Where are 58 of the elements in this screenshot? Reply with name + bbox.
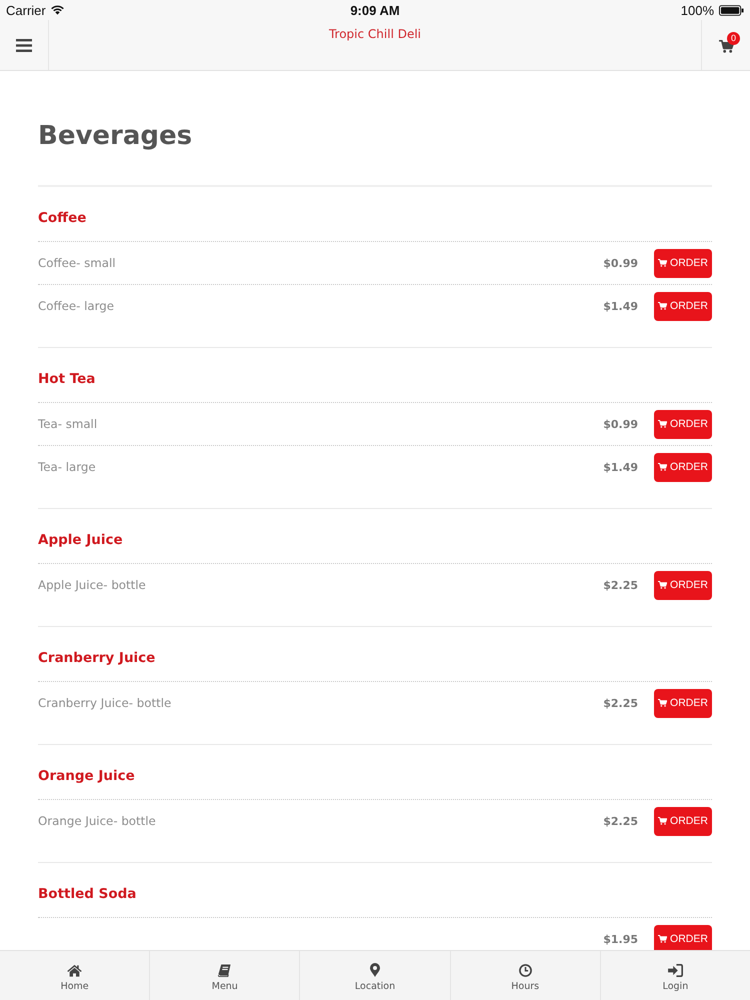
carrier-label: Carrier	[6, 2, 46, 18]
item-name: Coffee- large	[38, 299, 114, 313]
category-title: Orange Juice	[38, 767, 135, 786]
category-title: Cranberry Juice	[38, 649, 156, 668]
wifi-icon	[50, 5, 64, 15]
order-button[interactable]: ORDER	[654, 570, 712, 600]
book-icon	[217, 964, 232, 976]
cart-button[interactable]: 0	[701, 20, 750, 70]
cart-icon	[658, 420, 668, 428]
item-price: $0.99	[603, 256, 638, 270]
store-title: Tropic Chill Deli	[328, 26, 422, 43]
cart-icon	[718, 40, 734, 52]
clock-icon	[518, 964, 533, 976]
item-price: $2.25	[603, 578, 638, 592]
item-price: $1.49	[603, 300, 638, 312]
item-name: Coffee- small	[38, 256, 116, 270]
item-price: $2.25	[603, 814, 638, 828]
tab-item[interactable]: Menu	[150, 951, 300, 1000]
item-name: Cranberry Juice- bottle	[38, 696, 172, 710]
menu-icon	[16, 38, 32, 52]
order-button[interactable]: ORDER	[654, 410, 712, 438]
cart-icon	[658, 302, 668, 310]
tab-item[interactable]: Login	[600, 951, 750, 1000]
item-name: Tea- large	[38, 460, 96, 474]
category-title: Bottled Soda	[38, 885, 136, 904]
item-name: Orange Juice- bottle	[38, 814, 156, 828]
order-button[interactable]: ORDER	[654, 688, 712, 718]
battery-icon	[719, 4, 744, 16]
item-price: $1.49	[603, 460, 638, 474]
category-title: Apple Juice	[38, 531, 123, 550]
order-button[interactable]: ORDER	[654, 248, 712, 278]
battery-percent: 100%	[680, 2, 714, 18]
category-title: Coffee	[38, 209, 86, 228]
cart-icon	[658, 699, 668, 707]
order-button[interactable]: ORDER	[654, 924, 712, 950]
home-icon	[67, 964, 82, 976]
cart-icon	[658, 259, 668, 267]
tab-item[interactable]: Home	[0, 951, 150, 1000]
item-name: Tea- small	[38, 417, 98, 431]
cart-icon	[658, 817, 668, 825]
map-pin-icon	[370, 963, 380, 977]
item-price: $0.99	[603, 418, 638, 430]
category-title: Hot Tea	[38, 370, 96, 389]
clock-time: 9:09 AM	[350, 2, 400, 18]
cart-icon	[658, 935, 668, 943]
order-button[interactable]: ORDER	[654, 292, 712, 320]
cart-count-badge: 0	[727, 32, 740, 45]
tab-item[interactable]: Hours	[450, 951, 601, 1000]
item-price: $1.95	[603, 932, 638, 946]
order-button[interactable]: ORDER	[654, 452, 712, 482]
sign-in-icon	[668, 964, 683, 976]
cart-icon	[658, 463, 668, 471]
item-name: Apple Juice- bottle	[38, 578, 146, 592]
tab-item[interactable]: Location	[300, 951, 451, 1000]
page-title: Beverages	[38, 120, 194, 152]
order-button[interactable]: ORDER	[654, 806, 712, 836]
item-price: $2.25	[603, 696, 638, 710]
cart-icon	[658, 581, 668, 589]
